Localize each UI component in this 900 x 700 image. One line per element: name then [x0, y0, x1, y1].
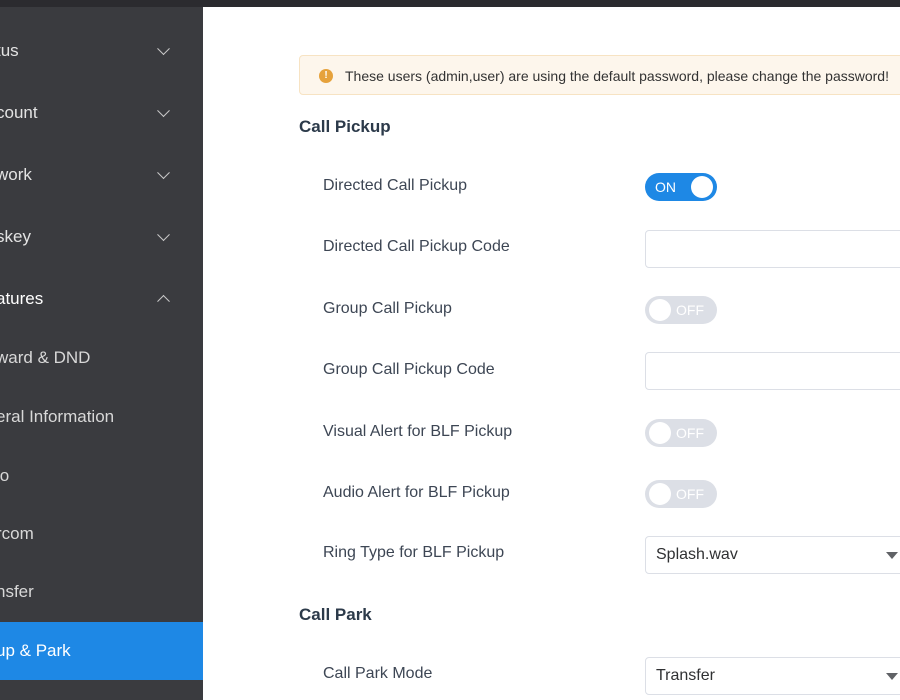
- main-content: ! These users (admin,user) are using the…: [203, 7, 900, 700]
- caret-down-icon: [886, 552, 898, 559]
- top-bar: [0, 0, 900, 7]
- toggle-state-label: OFF: [676, 302, 704, 318]
- section-title-call-pickup: Call Pickup: [299, 117, 391, 136]
- chevron-down-icon: [157, 104, 170, 118]
- section-title-call-park: Call Park: [299, 605, 372, 624]
- audio-alert-blf-pickup-toggle[interactable]: OFF: [645, 480, 717, 508]
- call-park-mode-select[interactable]: Transfer: [645, 657, 900, 695]
- sidebar-item-general-information[interactable]: eral Information: [0, 388, 203, 446]
- toggle-state-label: OFF: [676, 425, 704, 441]
- select-value: Splash.wav: [656, 546, 738, 563]
- toggle-knob: [649, 483, 671, 505]
- sidebar-item-account[interactable]: count: [0, 84, 203, 142]
- sidebar-item-pickup-park[interactable]: up & Park: [0, 622, 203, 680]
- audio-alert-blf-pickup-label: Audio Alert for BLF Pickup: [323, 484, 510, 501]
- visual-alert-blf-pickup-label: Visual Alert for BLF Pickup: [323, 423, 513, 440]
- sidebar-item-label: rcom: [0, 524, 34, 543]
- sidebar-item-label: tus: [0, 41, 19, 60]
- caret-down-icon: [886, 673, 898, 680]
- sidebar-item-label: eral Information: [0, 407, 115, 426]
- sidebar-item-status[interactable]: tus: [0, 22, 203, 80]
- sidebar-item-label: nsfer: [0, 582, 34, 601]
- sidebar-item-audio[interactable]: io: [0, 447, 203, 505]
- exclamation-icon: !: [319, 69, 333, 83]
- directed-call-pickup-label: Directed Call Pickup: [323, 177, 468, 194]
- sidebar-item-network[interactable]: work: [0, 146, 203, 204]
- sidebar-item-features[interactable]: atures: [0, 270, 203, 328]
- sidebar-item-intercom[interactable]: rcom: [0, 505, 203, 563]
- toggle-knob: [649, 299, 671, 321]
- chevron-up-icon: [157, 294, 170, 308]
- chevron-down-icon: [157, 228, 170, 242]
- sidebar-item-label: work: [0, 165, 32, 184]
- default-password-warning: ! These users (admin,user) are using the…: [299, 55, 900, 95]
- toggle-state-label: ON: [655, 179, 676, 195]
- toggle-knob: [691, 176, 713, 198]
- ring-type-blf-pickup-label: Ring Type for BLF Pickup: [323, 544, 505, 561]
- sidebar-item-label: ward & DND: [0, 348, 91, 367]
- sidebar-item-softkey[interactable]: skey: [0, 208, 203, 266]
- toggle-knob: [649, 422, 671, 444]
- sidebar: tus count work skey atures ward & DND er…: [0, 7, 203, 700]
- sidebar-item-label: atures: [0, 289, 44, 308]
- ring-type-blf-pickup-select[interactable]: Splash.wav: [645, 536, 900, 574]
- sidebar-item-label: count: [0, 103, 38, 122]
- sidebar-item-label: io: [0, 466, 10, 485]
- group-call-pickup-code-label: Group Call Pickup Code: [323, 361, 495, 378]
- sidebar-item-transfer[interactable]: nsfer: [0, 563, 203, 621]
- group-call-pickup-toggle[interactable]: OFF: [645, 296, 717, 324]
- visual-alert-blf-pickup-toggle[interactable]: OFF: [645, 419, 717, 447]
- group-call-pickup-label: Group Call Pickup: [323, 300, 452, 317]
- toggle-state-label: OFF: [676, 486, 704, 502]
- chevron-down-icon: [157, 42, 170, 56]
- directed-call-pickup-toggle[interactable]: ON: [645, 173, 717, 201]
- sidebar-item-label: up & Park: [0, 641, 71, 660]
- call-park-mode-label: Call Park Mode: [323, 665, 433, 682]
- directed-call-pickup-code-input[interactable]: [645, 230, 900, 268]
- sidebar-item-label: skey: [0, 227, 31, 246]
- group-call-pickup-code-input[interactable]: [645, 352, 900, 390]
- directed-call-pickup-code-label: Directed Call Pickup Code: [323, 238, 510, 255]
- select-value: Transfer: [656, 667, 715, 684]
- sidebar-item-forward-dnd[interactable]: ward & DND: [0, 329, 203, 387]
- chevron-down-icon: [157, 166, 170, 180]
- warning-text: These users (admin,user) are using the d…: [345, 68, 889, 84]
